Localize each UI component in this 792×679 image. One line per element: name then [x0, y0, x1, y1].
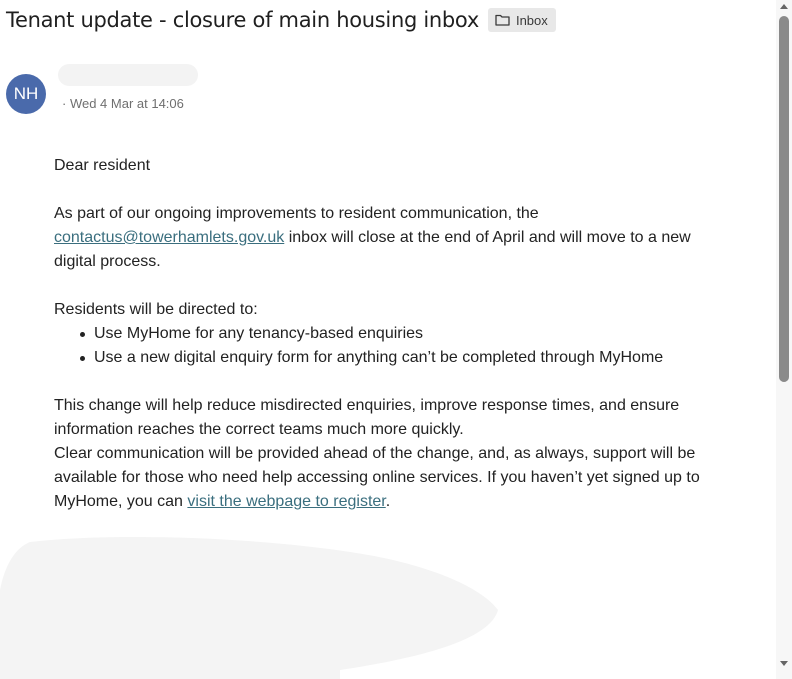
email-view: Tenant update - closure of main housing …	[0, 0, 792, 679]
list-item: Use MyHome for any tenancy-based enquiri…	[78, 322, 734, 346]
folder-icon	[495, 14, 510, 26]
paragraph-benefits: This change will help reduce misdirected…	[54, 397, 680, 438]
paragraph-support: Clear communication will be provided ahe…	[54, 442, 734, 514]
sender-avatar[interactable]: NH	[6, 74, 46, 114]
avatar-initials: NH	[13, 84, 39, 103]
list-intro: Residents will be directed to:	[54, 301, 258, 318]
paragraph-closure-lead: As part of our ongoing improvements to r…	[54, 205, 539, 222]
label-chip-text: Inbox	[515, 12, 548, 28]
scroll-up-arrow-icon[interactable]	[780, 4, 788, 9]
email-date: · Wed 4 Mar at 14:06	[62, 96, 184, 111]
label-chip-inbox[interactable]: Inbox	[487, 8, 556, 32]
register-link[interactable]: visit the webpage to register	[187, 493, 385, 510]
directions-list: Use MyHome for any tenancy-based enquiri…	[54, 322, 734, 370]
sender-name-redacted	[58, 64, 198, 86]
scrollbar-thumb[interactable]	[779, 16, 789, 382]
email-subject: Tenant update - closure of main housing …	[6, 8, 479, 32]
greeting: Dear resident	[54, 157, 151, 174]
redacted-signature	[0, 537, 498, 679]
paragraph-closure: As part of our ongoing improvements to r…	[54, 202, 734, 274]
email-body: Dear resident As part of our ongoing imp…	[54, 154, 734, 514]
list-item: Use a new digital enquiry form for anyth…	[78, 346, 734, 370]
paragraph-support-end: .	[385, 493, 391, 510]
scroll-down-arrow-icon[interactable]	[780, 661, 788, 666]
contact-email-link[interactable]: contactus@towerhamlets.gov.uk	[54, 229, 284, 246]
subject-row: Tenant update - closure of main housing …	[6, 6, 556, 34]
scrollbar[interactable]	[776, 0, 792, 679]
